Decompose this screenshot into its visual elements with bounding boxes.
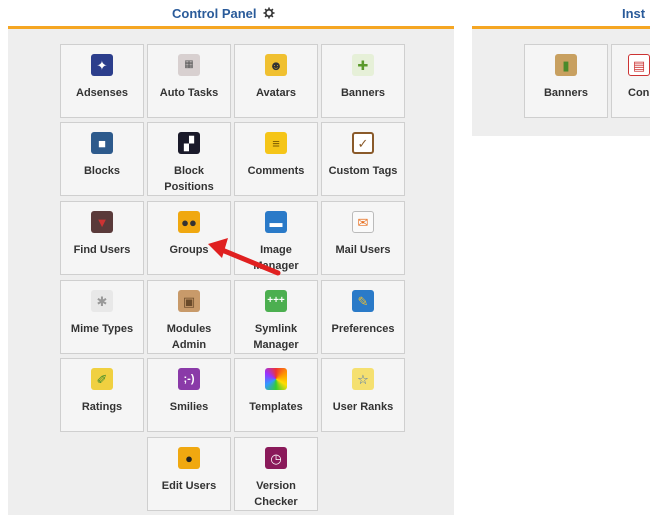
tile-find-users[interactable]: ▼ Find Users [60,201,144,275]
tile-smilies[interactable]: ;-) Smilies [147,358,231,432]
tile-label: Templates [249,401,303,413]
cubes-icon: ■ [91,132,113,154]
tile-label: Custom Tags [328,165,398,177]
tile-block-positions[interactable]: ▞ Block Positions [147,122,231,196]
grid-icon: ▞ [178,132,200,154]
tile-label: Adsenses [76,87,128,99]
tile-comments[interactable]: ≡ Comments [234,122,318,196]
tile-label: Block Positions [164,165,214,193]
tile-label: Image Manager [253,244,299,272]
tile-label: Find Users [73,244,131,256]
tile-label: Comments [247,165,305,177]
tile-mime-types[interactable]: ✱ Mime Types [60,280,144,354]
installed-modules-title: Inst [622,6,645,26]
envelope-icon: ✉ [352,211,374,233]
clipboard-icon: ✓ [352,132,374,154]
magic-wand-icon: ✦ [91,54,113,76]
tile-blocks[interactable]: ■ Blocks [60,122,144,196]
face-icon: ☻ [265,54,287,76]
wrench-icon: ✎ [352,290,374,312]
tile-modules-admin[interactable]: ▣ Modules Admin [147,280,231,354]
tile-label: Mime Types [70,323,134,335]
tile-installed-banners[interactable]: ▮ Banners [524,44,608,118]
tile-label: Banners [543,87,589,99]
tile-label: Con [628,87,650,99]
gear-icon[interactable] [263,7,275,19]
control-panel-title-text: Control Panel [172,6,257,21]
palette-icon [265,368,287,390]
puzzle-icon: ✚ [352,54,374,76]
tile-label: Edit Users [161,480,217,492]
tile-label: Avatars [256,87,296,99]
suit-icon: ▼ [91,211,113,233]
tile-image-manager[interactable]: ▬ Image Manager [234,201,318,275]
tile-label: Blocks [83,165,121,177]
box-icon: ▣ [178,290,200,312]
clock-icon: ◷ [265,447,287,469]
tile-label: Symlink Manager [253,323,299,351]
tile-label: Version Checker [254,480,298,508]
calculator-icon: ▦ [178,54,200,76]
book-icon: ▮ [555,54,577,76]
installed-modules-title-text: Inst [622,6,646,21]
tile-auto-tasks[interactable]: ▦ Auto Tasks [147,44,231,118]
smiley-icon: ;-) [178,368,200,390]
tile-banners[interactable]: ✚ Banners [321,44,405,118]
tile-label: Groups [169,244,209,256]
tile-label: Banners [340,87,386,99]
tile-version-checker[interactable]: ◷ Version Checker [234,437,318,511]
control-panel-body: ✦ Adsenses ▦ Auto Tasks ☻ Avatars ✚ Bann… [8,29,454,515]
tile-templates[interactable]: Templates [234,358,318,432]
star-icon: ☆ [352,368,374,390]
tile-installed-con[interactable]: ▤ Con [611,44,650,118]
tile-custom-tags[interactable]: ✓ Custom Tags [321,122,405,196]
tile-mail-users[interactable]: ✉ Mail Users [321,201,405,275]
user-icon: ● [178,447,200,469]
document-icon: ▤ [628,54,650,76]
tile-label: Ratings [81,401,123,413]
tile-label: Preferences [331,323,395,335]
tile-avatars[interactable]: ☻ Avatars [234,44,318,118]
tile-label: User Ranks [332,401,394,413]
tile-user-ranks[interactable]: ☆ User Ranks [321,358,405,432]
tile-groups[interactable]: ●● Groups [147,201,231,275]
group-icon: ●● [178,211,200,233]
installed-modules-body: ▮ Banners ▤ Con [472,29,650,136]
control-panel-title: Control Panel [172,6,275,26]
tile-ratings[interactable]: ✐ Ratings [60,358,144,432]
tile-label: Modules Admin [166,323,212,351]
link-icon: +++ [265,290,287,312]
note-icon: ≡ [265,132,287,154]
picture-icon: ▬ [265,211,287,233]
tile-label: Auto Tasks [159,87,219,99]
tile-symlink-manager[interactable]: +++ Symlink Manager [234,280,318,354]
pen-icon: ✐ [91,368,113,390]
tile-label: Smilies [169,401,209,413]
tile-label: Mail Users [335,244,391,256]
tile-edit-users[interactable]: ● Edit Users [147,437,231,511]
gear-icon: ✱ [91,290,113,312]
tile-preferences[interactable]: ✎ Preferences [321,280,405,354]
tile-adsenses[interactable]: ✦ Adsenses [60,44,144,118]
